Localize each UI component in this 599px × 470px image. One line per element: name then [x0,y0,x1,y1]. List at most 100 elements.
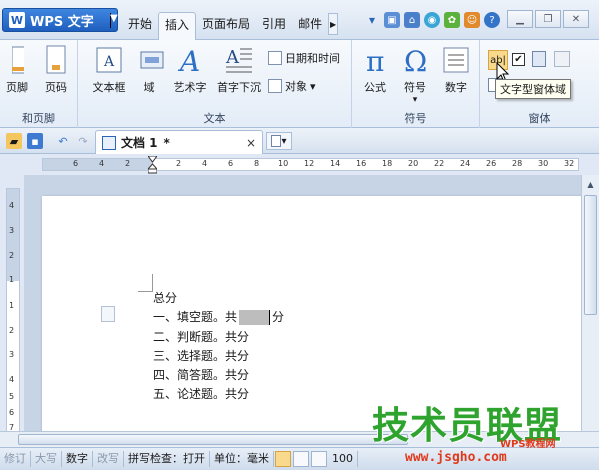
page-view-icon[interactable] [275,451,291,467]
watermark-small: WPS教程网 [500,439,556,450]
scroll-up-icon[interactable]: ▲ [584,177,597,191]
text-cursor [269,310,271,325]
svg-text:A: A [103,54,115,70]
tab-page-layout[interactable]: 页面布局 [196,12,256,38]
home-icon[interactable]: ⌂ [404,12,420,28]
ruler-tick: 3 [9,226,15,235]
document-icon [102,135,116,150]
undo-icon[interactable]: ↶ [55,133,71,149]
new-document-icon [271,135,282,147]
tab-scroll-right-icon[interactable]: ▶ [328,13,339,35]
title-bar: W WPS 文字 ▼ 开始 插入 页面布局 引用 邮件 ▶ ▾ ▣ ⌂ ◉ ✿ … [0,0,599,41]
vertical-ruler[interactable]: 4 3 2 1 1 2 3 4 5 6 7 [6,188,20,433]
datetime-button[interactable]: 日期和时间 [268,50,340,66]
status-spellcheck[interactable]: 拼写检查：打开 [124,451,210,467]
footer-label: 页脚 [6,81,28,94]
vertical-scrollbar[interactable]: ▲ [581,175,599,431]
group-header-footer: 页脚 页码 和页脚 [0,40,78,128]
horizontal-scroll-thumb[interactable] [18,434,408,445]
close-icon[interactable]: ✕ [563,10,589,28]
textbox-button[interactable]: A 文本框 [88,44,130,95]
tooltip: 文字型窗体域 [495,79,571,99]
new-tab-button[interactable]: ▾ [266,132,292,150]
symbol-button[interactable]: Ω 符号 ▾ [398,44,432,105]
web-view-icon[interactable] [311,451,327,467]
object-label: 对象 [285,80,307,93]
page-number-icon [40,44,72,76]
wps-menu-button[interactable]: W WPS 文字 ▼ [2,8,118,32]
horizontal-ruler-area: 6 4 2 2 4 6 8 10 12 14 16 18 20 22 24 26… [0,155,599,174]
outline-view-icon[interactable] [293,451,309,467]
footer-button[interactable]: 页脚 [2,44,32,95]
online-icon[interactable]: ◉ [424,12,440,28]
wordart-button[interactable]: A 艺术字 [170,44,210,95]
user-icon[interactable]: ☺ [464,12,480,28]
page-number-button[interactable]: 页码 [40,44,72,95]
doc-heading: 总分 [153,291,178,305]
field-button[interactable]: 域 [136,44,164,95]
document-tab[interactable]: 文档 1 * × [95,130,263,154]
ruler-tick: 3 [9,350,15,359]
ruler-tick: 1 [9,275,15,284]
paragraph-anchor-icon [101,306,115,322]
horizontal-ruler[interactable]: 6 4 2 2 4 6 8 10 12 14 16 18 20 22 24 26… [42,158,579,171]
group-label-form: 窗体 [528,112,551,125]
app-menu-label: WPS 文字 [30,14,94,30]
textbox-label: 文本框 [92,81,126,94]
textbox-icon: A [93,44,125,76]
status-revision[interactable]: 修订 [0,451,31,467]
tab-mailings[interactable]: 邮件 [292,12,328,38]
group-label-header-footer: 和页脚 [22,112,55,125]
document-title: 文档 1 [121,136,158,150]
tab-references[interactable]: 引用 [256,12,292,38]
dropdown-form-field-icon[interactable] [532,51,546,67]
svg-text:A: A [225,47,240,68]
formula-button[interactable]: π 公式 [360,44,390,95]
tab-insert[interactable]: 插入 [158,12,197,41]
status-unit[interactable]: 单位：毫米 [210,451,274,467]
ruler-tick: 2 [9,326,15,335]
open-icon[interactable]: ▰ [6,133,22,149]
status-overtype[interactable]: 改写 [93,451,124,467]
checkbox-form-field-icon[interactable]: ✔ [512,53,525,66]
omega-icon: Ω [399,44,431,76]
watermark-url: www.jsgho.com [405,450,507,465]
redo-icon[interactable]: ↷ [75,133,91,149]
ruler-tick: 26 [486,159,497,168]
chevron-down-icon: ▼ [110,12,118,28]
group-symbol: π 公式 Ω 符号 ▾ 数字 符号 [352,40,480,128]
close-tab-icon[interactable]: × [246,136,256,150]
skin-icon[interactable]: ✿ [444,12,460,28]
status-bar: 修订 大写 数字 改写 拼写检查：打开 单位：毫米 100 [0,447,599,470]
dropcap-button[interactable]: A 首字下沉 [216,44,262,95]
pi-icon: π [360,44,392,76]
minimize-icon[interactable]: ▁ [507,10,533,28]
restore-icon[interactable]: ❐ [535,10,561,28]
chevron-down-icon: ▾ [281,135,287,147]
vertical-scroll-thumb[interactable] [584,195,597,315]
ruler-margin [43,159,153,170]
group-label-symbol: 符号 [404,112,427,125]
ruler-tick: 6 [228,159,234,168]
ruler-tick: 30 [538,159,549,168]
form-options-icon[interactable] [554,51,570,67]
number-button[interactable]: 数字 [440,44,472,95]
tab-home[interactable]: 开始 [122,12,158,38]
text-form-field[interactable] [239,310,270,325]
help-icon[interactable]: ? [484,12,500,28]
ruler-tick: 2 [176,159,182,168]
pin-icon[interactable]: ▾ [364,12,380,28]
field-label: 域 [143,81,155,94]
ruler-tick: 4 [9,375,15,384]
ruler-tick: 6 [9,408,15,417]
wps-logo-icon: W [9,12,25,28]
save-icon[interactable]: ▪ [27,133,43,149]
zoom-level[interactable]: 100 [328,451,358,467]
ruler-tick: 2 [9,251,15,260]
number-icon [440,44,472,76]
object-button[interactable]: 对象 ▾ [268,78,316,94]
wordart-label: 艺术字 [173,81,207,94]
doc-line: 五、论述题。共分 [153,387,250,401]
indent-marker-icon[interactable] [148,156,157,174]
window-icon[interactable]: ▣ [384,12,400,28]
